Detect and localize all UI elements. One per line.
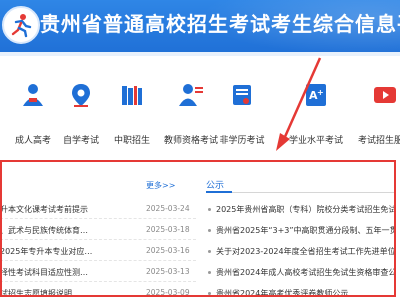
nav-label: 考试招生服务 [357,136,400,146]
service-nav: 成人高考 自学考试 中职招生 教师资格考试 非学历考试 A + 学业水平考试 考… [0,56,400,156]
nav-item-vocational-admission[interactable]: 中职招生 [99,56,165,156]
site-header: 贵州省普通高校招生考试考生综合信息平台 [0,0,400,56]
notice-title[interactable]: 贵州省2025年“3+3”中高职贯通分段制、五年一贯制… [216,225,396,236]
notice-list: 2025年贵州省高职（专科）院校分类考试招生免试申… 贵州省2025年“3+3”… [206,198,396,303]
annotation-arrow-icon [276,57,322,151]
news-date: 2025-03-16 [146,246,190,255]
nav-item-non-degree-exam[interactable]: 非学历考试 [209,56,275,156]
teacher-icon [178,82,204,108]
site-logo[interactable] [2,6,40,44]
news-date: 2025-03-09 [146,288,190,297]
news-date: 2025-03-18 [146,225,190,234]
site-title: 贵州省普通高校招生考试考生综合信息平台 [40,12,400,36]
list-item[interactable]: 、武术与民族传统体育… 2025-03-18 [0,219,196,240]
person-study-icon [20,82,46,108]
list-item[interactable]: 关于对2023-2024年度全省招生考试工作先进单位和先… [206,240,396,261]
more-link[interactable]: 更多>> [146,180,175,191]
news-title[interactable]: 试招生志愿填报说明 [0,288,110,299]
news-title[interactable]: 、武术与民族传统体育… [0,225,110,236]
tab-notice[interactable]: 公示 [206,178,224,191]
bullet-icon [208,271,211,274]
news-date: 2025-03-24 [146,204,190,213]
notice-title[interactable]: 关于对2023-2024年度全省招生考试工作先进单位和先… [216,246,396,257]
notice-title[interactable]: 贵州省2024年成人高校考试招生免试生资格审查公示 [216,267,396,278]
list-item[interactable]: 升本文化课考试考前提示 2025-03-24 [0,198,196,219]
bullet-icon [208,208,211,211]
news-title[interactable]: 择性考试科目适应性测… [0,267,110,278]
runner-logo-icon [11,14,32,38]
news-list: 升本文化课考试考前提示 2025-03-24 、武术与民族传统体育… 2025-… [0,198,196,303]
certificate-icon [229,82,255,108]
notice-title[interactable]: 贵州省2024年高考优秀评卷教师公示 [216,288,348,299]
map-pin-icon [68,82,94,108]
nav-label: 非学历考试 [219,136,265,146]
bullet-icon [208,292,211,295]
bullet-icon [208,229,211,232]
list-item[interactable]: 贵州省2024年成人高校考试招生免试生资格审查公示 [206,261,396,282]
play-button-icon [372,82,398,108]
news-title[interactable]: 2025年专升本专业对应… [0,246,110,257]
list-item[interactable]: 2025年贵州省高职（专科）院校分类考试招生免试申… [206,198,396,219]
news-title[interactable]: 升本文化课考试考前提示 [0,204,110,215]
nav-item-exam-service[interactable]: 考试招生服务 [352,56,400,156]
list-item[interactable]: 2025年专升本专业对应… 2025-03-16 [0,240,196,261]
books-icon [119,82,145,108]
bullet-icon [208,250,211,253]
news-date: 2025-03-13 [146,267,190,276]
list-item[interactable]: 择性考试科目适应性测… 2025-03-13 [0,261,196,282]
notice-title[interactable]: 2025年贵州省高职（专科）院校分类考试招生免试申… [216,204,396,215]
list-item[interactable]: 贵州省2025年“3+3”中高职贯通分段制、五年一贯制… [206,219,396,240]
nav-label: 中职招生 [113,136,150,146]
tab-underline [206,191,396,193]
